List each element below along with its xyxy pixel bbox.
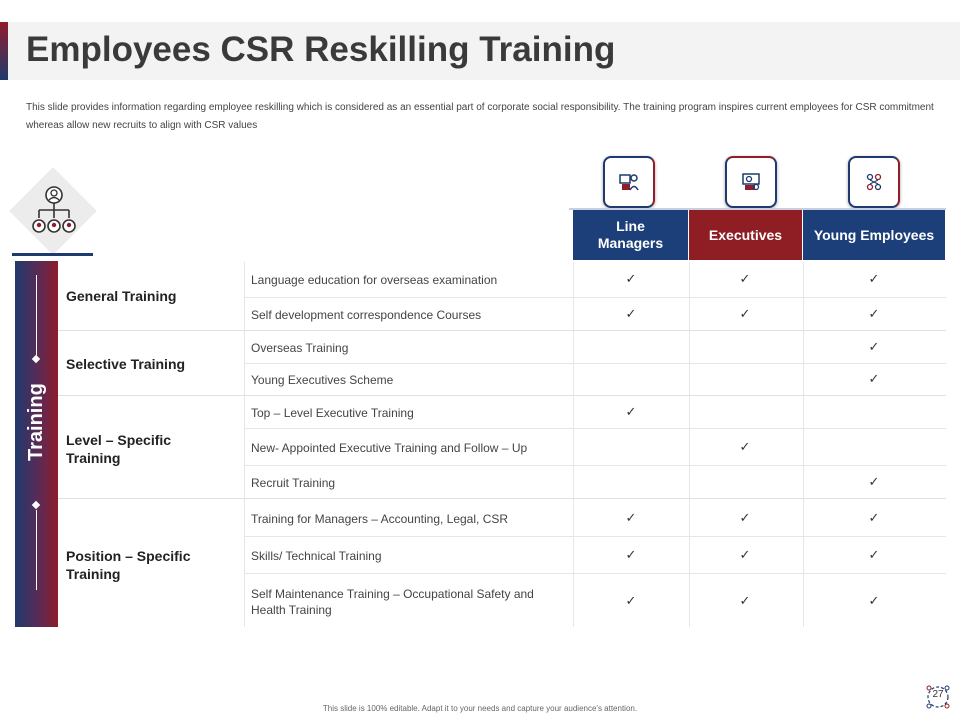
check-mark: ✓ (739, 510, 751, 525)
check-mark: ✓ (739, 271, 751, 286)
row-label: Skills/ Technical Training (251, 549, 382, 563)
check-mark: ✓ (868, 510, 880, 525)
manager-desk-icon (619, 174, 639, 191)
check-mark: ✓ (739, 306, 751, 321)
team-network-icon (866, 173, 882, 191)
check-mark: ✓ (625, 306, 637, 321)
check-mark: ✓ (868, 371, 880, 386)
band-line-top (36, 275, 37, 355)
check-mark: ✓ (868, 547, 880, 562)
check-mark: ✓ (739, 547, 751, 562)
category-separator (58, 498, 946, 499)
row-label: Self development correspondence Courses (251, 308, 482, 322)
check-mark: ✓ (868, 339, 880, 354)
executives-role-icon (725, 156, 777, 208)
band-line-bottom (36, 510, 37, 590)
check-mark: ✓ (739, 439, 751, 454)
row-label: Young Executives Scheme (251, 373, 394, 387)
check-mark: ✓ (625, 593, 637, 608)
category-separator (58, 330, 946, 331)
emblem-underline (12, 253, 93, 256)
row-separator (244, 428, 946, 429)
executive-presentation-icon (742, 173, 760, 191)
category-position-specific-training: Position – Specific Training (66, 548, 191, 582)
check-mark: ✓ (625, 271, 637, 286)
row-label: Training for Managers – Accounting, Lega… (251, 512, 509, 526)
page-number: 27 (932, 689, 944, 700)
category-selective-training: Selective Training (66, 356, 186, 372)
row-separator (244, 297, 946, 298)
title-accent (0, 22, 8, 80)
row-separator (244, 465, 946, 466)
category-separator (58, 395, 946, 396)
row-separator (244, 363, 946, 364)
category-general-training: General Training (66, 288, 177, 304)
check-mark: ✓ (625, 547, 637, 562)
category-level-specific-training: Level – Specific Training (66, 432, 172, 466)
check-mark: ✓ (868, 271, 880, 286)
check-mark: ✓ (868, 474, 880, 489)
footer-note: This slide is 100% editable. Adapt it to… (322, 704, 638, 713)
row-label: Self Maintenance Training – Occupational… (251, 587, 534, 617)
check-mark: ✓ (739, 593, 751, 608)
check-mark: ✓ (868, 593, 880, 608)
page-title: Employees CSR Reskilling Training (26, 30, 616, 69)
row-separator (244, 573, 946, 574)
row-label: Language education for overseas examinat… (251, 273, 498, 287)
row-label: New- Appointed Executive Training and Fo… (251, 441, 528, 455)
check-mark: ✓ (625, 404, 637, 419)
check-mark: ✓ (625, 510, 637, 525)
column-header-young-employees: Young Employees (803, 210, 945, 260)
training-side-label: Training (25, 383, 47, 461)
slide-description: This slide provides information regardin… (26, 102, 934, 131)
line-managers-role-icon (603, 156, 655, 208)
row-label: Recruit Training (251, 476, 336, 490)
org-chart-icon (32, 186, 76, 233)
row-label: Overseas Training (251, 341, 349, 355)
check-mark: ✓ (868, 306, 880, 321)
column-header-executives: Executives (689, 210, 802, 260)
column-header-line-managers: Line Managers (573, 210, 688, 260)
young-employees-role-icon (848, 156, 900, 208)
row-label: Top – Level Executive Training (251, 406, 414, 420)
row-separator (244, 536, 946, 537)
